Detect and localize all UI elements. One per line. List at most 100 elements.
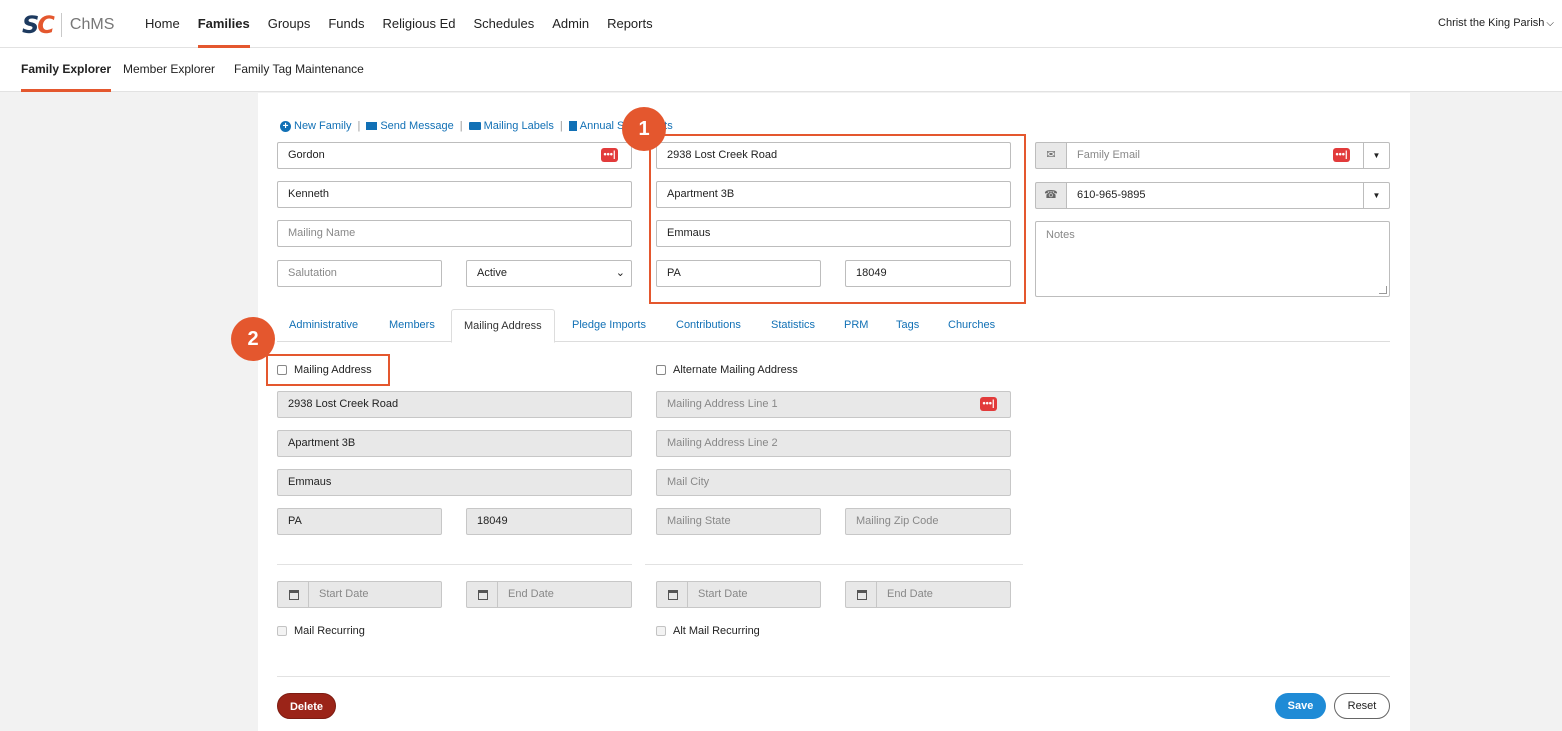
subnav-family-explorer[interactable]: Family Explorer [21, 48, 112, 92]
phone-dropdown-button[interactable]: ▼ [1363, 182, 1390, 209]
mailing-labels-link[interactable]: Mailing Labels [468, 120, 554, 132]
delete-button[interactable]: Delete [277, 693, 336, 719]
alt-mailing-line1-placeholder: Mailing Address Line 1 [667, 398, 778, 410]
save-button[interactable]: Save [1275, 693, 1326, 719]
send-message-link[interactable]: Send Message [366, 120, 454, 132]
password-manager-icon[interactable]: •••| [1333, 148, 1350, 162]
send-message-label: Send Message [380, 120, 454, 132]
action-bar: + New Family | Send Message | Mailing Lab… [280, 120, 673, 132]
parish-name: Christ the King Parish [1438, 17, 1545, 29]
mailing-name-input[interactable]: Mailing Name [277, 220, 632, 247]
alternate-mailing-address-checkbox[interactable] [656, 365, 666, 375]
document-icon [568, 121, 577, 131]
menu-religious-ed[interactable]: Religious Ed [383, 0, 456, 48]
first-name-input[interactable]: Kenneth [277, 181, 632, 208]
tab-mailing-address[interactable]: Mailing Address [451, 309, 555, 343]
mailing-line2-input[interactable]: Apartment 3B [277, 430, 632, 457]
password-manager-icon[interactable]: •••| [980, 397, 997, 411]
alt-mail-recurring-checkbox[interactable] [656, 626, 666, 636]
tab-pledge-imports[interactable]: Pledge Imports [560, 309, 658, 342]
alt-mail-city-placeholder: Mail City [667, 476, 710, 488]
end-date-placeholder: End Date [887, 588, 933, 600]
tab-members[interactable]: Members [377, 309, 447, 342]
salutation-input[interactable]: Salutation [277, 260, 442, 287]
alt-mailing-line1-input[interactable]: Mailing Address Line 1 [656, 391, 1011, 418]
logo-divider [60, 13, 62, 37]
mail-recurring-checkbox[interactable] [277, 626, 287, 636]
annotation-badge-1: 1 [622, 107, 666, 151]
subnav-member-explorer[interactable]: Member Explorer [123, 48, 215, 92]
menu-admin[interactable]: Admin [552, 0, 589, 48]
mail-recurring-row[interactable]: Mail Recurring [277, 625, 365, 637]
family-email-input[interactable]: Family Email [1066, 142, 1364, 169]
menu-groups[interactable]: Groups [268, 0, 311, 48]
email-dropdown-button[interactable]: ▼ [1363, 142, 1390, 169]
action-separator: | [459, 120, 463, 132]
mailing-line1-value: 2938 Lost Creek Road [288, 398, 399, 410]
calendar-icon[interactable] [466, 581, 498, 608]
new-family-label: New Family [294, 120, 352, 132]
chevron-down-icon: ⌵ [1546, 18, 1554, 29]
menu-home[interactable]: Home [145, 0, 180, 48]
mailing-start-date[interactable]: Start Date [277, 581, 442, 608]
resize-grip-icon[interactable] [1379, 286, 1387, 294]
alternate-mailing-address-checkbox-row[interactable]: Alternate Mailing Address [656, 364, 798, 376]
mailing-city-input[interactable]: Emmaus [277, 469, 632, 496]
mailing-state-input[interactable]: PA [277, 508, 442, 535]
calendar-icon[interactable] [277, 581, 309, 608]
mailing-start-date-input[interactable]: Start Date [308, 581, 442, 608]
menu-schedules[interactable]: Schedules [474, 0, 535, 48]
tab-churches[interactable]: Churches [936, 309, 1007, 342]
alt-mailing-state-placeholder: Mailing State [667, 515, 731, 527]
subnav-family-tag-maintenance[interactable]: Family Tag Maintenance [234, 48, 364, 92]
app-name: ChMS [69, 16, 115, 33]
menu-families[interactable]: Families [197, 0, 250, 48]
alt-mailing-start-date-input[interactable]: Start Date [687, 581, 821, 608]
password-manager-icon[interactable]: •••| [601, 148, 618, 162]
alt-mailing-end-date-input[interactable]: End Date [876, 581, 1011, 608]
status-select[interactable]: Active ⌄ [466, 260, 632, 287]
mailing-name-placeholder: Mailing Name [288, 227, 356, 239]
notes-textarea[interactable]: Notes [1035, 221, 1390, 297]
calendar-icon[interactable] [845, 581, 877, 608]
mailing-zip-input[interactable]: 18049 [466, 508, 632, 535]
mailing-end-date[interactable]: End Date [466, 581, 632, 608]
alt-mailing-end-date[interactable]: End Date [845, 581, 1011, 608]
alt-mailing-start-date[interactable]: Start Date [656, 581, 821, 608]
phone-value: 610-965-9895 [1077, 189, 1146, 201]
alt-mail-recurring-row[interactable]: Alt Mail Recurring [656, 625, 760, 637]
new-family-link[interactable]: + New Family [280, 120, 351, 132]
app-logo[interactable]: SC ChMS [22, 11, 114, 39]
end-date-placeholder: End Date [508, 588, 554, 600]
top-navbar: SC ChMS Home Families Groups Funds Relig… [0, 0, 1562, 48]
tab-tags[interactable]: Tags [884, 309, 931, 342]
last-name-input[interactable]: Gordon [277, 142, 632, 169]
alt-mailing-state-input[interactable]: Mailing State [656, 508, 821, 535]
reset-button[interactable]: Reset [1334, 693, 1390, 719]
mailing-address-checkbox-row[interactable]: Mailing Address [277, 364, 372, 376]
sub-navbar: Family Explorer Member Explorer Family T… [0, 48, 1562, 92]
parish-selector[interactable]: Christ the King Parish ⌵ [1438, 17, 1554, 29]
menu-funds[interactable]: Funds [328, 0, 364, 48]
alt-mailing-zip-input[interactable]: Mailing Zip Code [845, 508, 1011, 535]
mailing-line1-input[interactable]: 2938 Lost Creek Road [277, 391, 632, 418]
mailing-line2-value: Apartment 3B [288, 437, 356, 449]
tab-prm[interactable]: PRM [832, 309, 880, 342]
calendar-icon[interactable] [656, 581, 688, 608]
menu-reports[interactable]: Reports [607, 0, 653, 48]
tab-administrative[interactable]: Administrative [277, 309, 370, 342]
phone-input[interactable]: 610-965-9895 [1066, 182, 1364, 209]
mailing-end-date-input[interactable]: End Date [497, 581, 632, 608]
alt-mail-recurring-label: Alt Mail Recurring [673, 625, 760, 637]
alt-mail-city-input[interactable]: Mail City [656, 469, 1011, 496]
tab-contributions[interactable]: Contributions [664, 309, 753, 342]
first-name-value: Kenneth [288, 188, 329, 200]
mailing-address-checkbox[interactable] [277, 365, 287, 375]
main-menu: Home Families Groups Funds Religious Ed … [145, 0, 671, 48]
alt-mailing-line2-input[interactable]: Mailing Address Line 2 [656, 430, 1011, 457]
mailing-zip-value: 18049 [477, 515, 508, 527]
mailing-labels-label: Mailing Labels [483, 120, 554, 132]
tab-statistics[interactable]: Statistics [759, 309, 827, 342]
alt-mailing-line2-placeholder: Mailing Address Line 2 [667, 437, 778, 449]
address-card-icon [468, 122, 481, 130]
